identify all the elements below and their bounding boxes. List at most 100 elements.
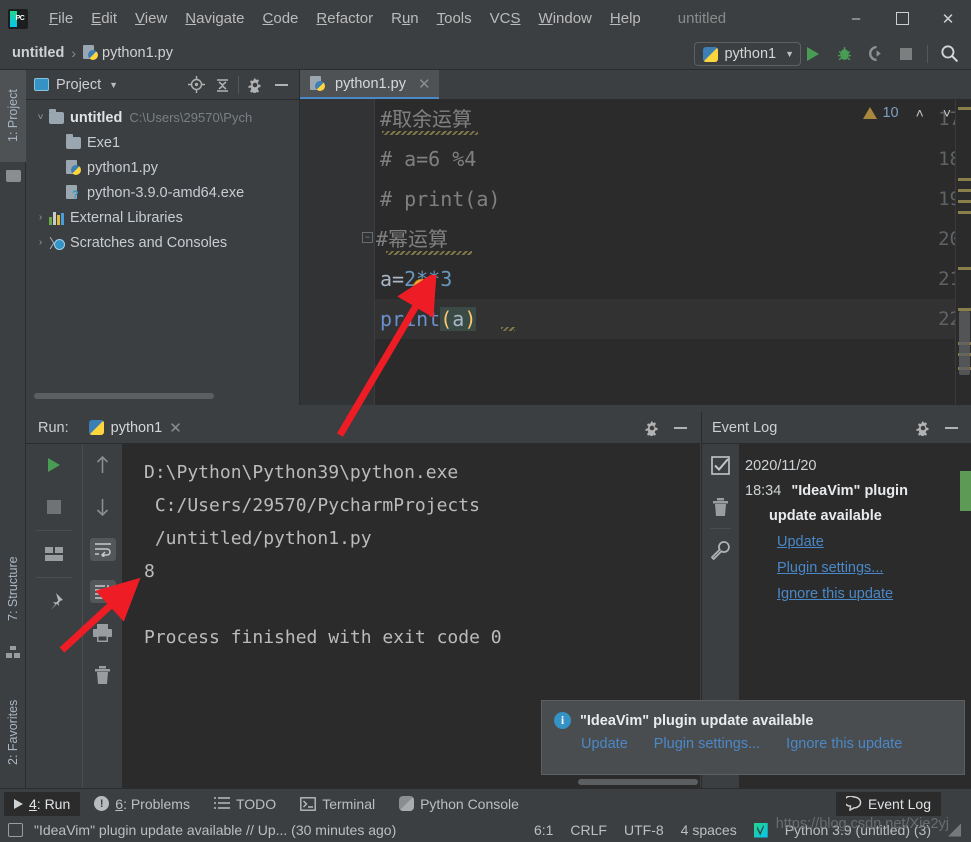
- menu-help[interactable]: Help: [601, 6, 650, 31]
- breadcrumb-file-label: python1.py: [102, 45, 173, 61]
- toolbar-divider: [927, 44, 928, 63]
- close-icon[interactable]: ✕: [169, 419, 182, 437]
- stop-button[interactable]: [892, 41, 920, 67]
- search-icon[interactable]: [935, 41, 963, 67]
- settings-wrench-icon[interactable]: [702, 529, 739, 571]
- git-branch-icon[interactable]: [753, 822, 768, 838]
- editor-text-area[interactable]: 17 18 19 20 21 22 #取余运算 # a=6 %4 # print…: [300, 99, 971, 405]
- run-button[interactable]: [799, 41, 827, 67]
- menu-code[interactable]: Code: [254, 6, 308, 31]
- minimize-button[interactable]: –: [833, 0, 879, 37]
- menu-file[interactable]: File: [40, 6, 82, 31]
- sidebar-item-project[interactable]: 1: Project: [0, 70, 26, 162]
- tree-item-python1-py[interactable]: python1.py: [26, 155, 299, 180]
- trash-icon[interactable]: [702, 486, 739, 528]
- intention-bulb-icon[interactable]: [413, 279, 430, 300]
- caret-position[interactable]: 6:1: [534, 822, 553, 838]
- resize-grip-icon[interactable]: [948, 823, 961, 837]
- event-log-link-ignore[interactable]: Ignore this update: [777, 581, 971, 607]
- menu-run[interactable]: Run: [382, 6, 428, 31]
- chevron-right-icon[interactable]: ›: [32, 237, 49, 248]
- bottom-item-terminal[interactable]: Terminal: [290, 792, 385, 816]
- hide-icon[interactable]: [939, 416, 963, 440]
- previous-problem-icon[interactable]: ˄: [916, 105, 924, 121]
- menu-edit[interactable]: Edit: [82, 6, 126, 31]
- line-separator[interactable]: CRLF: [570, 822, 607, 838]
- menu-view[interactable]: View: [126, 6, 176, 31]
- squiggly-underline: [386, 251, 472, 255]
- tree-item-external-libraries[interactable]: › External Libraries: [26, 205, 299, 230]
- maximize-button[interactable]: [879, 0, 925, 37]
- structure-icon[interactable]: [0, 638, 26, 666]
- editor-vertical-scrollbar[interactable]: [959, 311, 970, 375]
- mark-all-read-icon[interactable]: [702, 444, 739, 486]
- close-icon[interactable]: ✕: [418, 75, 431, 93]
- tab-python1-py[interactable]: python1.py ✕: [300, 70, 439, 99]
- trash-icon[interactable]: [83, 654, 122, 696]
- next-problem-icon[interactable]: ˅: [943, 105, 951, 121]
- layout-settings-button[interactable]: [26, 533, 82, 575]
- collapse-all-icon[interactable]: [210, 73, 234, 97]
- breadcrumb-project[interactable]: untitled: [12, 45, 64, 61]
- bottom-item-problems[interactable]: ! 6: Problems: [84, 792, 200, 816]
- tree-item-scratches[interactable]: › Scratches and Consoles: [26, 230, 299, 255]
- coverage-button[interactable]: [861, 41, 889, 67]
- chevron-down-icon[interactable]: ▼: [109, 80, 118, 90]
- debug-button[interactable]: [830, 41, 858, 67]
- hide-icon[interactable]: [269, 73, 293, 97]
- inspection-widget[interactable]: 10 ˄ ˅: [863, 105, 951, 121]
- sidebar-item-structure[interactable]: 7: Structure: [0, 540, 26, 638]
- bottom-item-run[interactable]: 4: Run: [4, 791, 81, 816]
- menu-vcs[interactable]: VCS: [481, 6, 530, 31]
- pycharm-logo-icon: PC: [8, 8, 28, 29]
- toggle-layout-icon[interactable]: [8, 823, 23, 837]
- close-button[interactable]: ✕: [925, 0, 971, 37]
- run-tab-python1[interactable]: python1 ✕: [88, 419, 182, 437]
- event-log-link-plugin-settings[interactable]: Plugin settings...: [777, 555, 971, 581]
- balloon-link-ignore[interactable]: Ignore this update: [786, 736, 902, 752]
- gear-icon[interactable]: [640, 416, 664, 440]
- down-arrow-icon[interactable]: [83, 486, 122, 528]
- bottom-item-todo[interactable]: TODO: [204, 792, 286, 816]
- bottom-item-python-console[interactable]: Python Console: [389, 792, 529, 816]
- project-files-icon[interactable]: [0, 162, 26, 190]
- soft-wrap-button[interactable]: [83, 528, 122, 570]
- sidebar-item-favorites[interactable]: 2: Favorites: [0, 680, 26, 784]
- up-arrow-icon[interactable]: [83, 444, 122, 486]
- event-log-link-update[interactable]: Update: [777, 529, 971, 555]
- project-horizontal-scrollbar[interactable]: [34, 393, 214, 399]
- run-tab-label: python1: [110, 419, 163, 436]
- locate-icon[interactable]: [184, 73, 208, 97]
- fold-collapse-icon[interactable]: −: [362, 232, 373, 243]
- file-encoding[interactable]: UTF-8: [624, 822, 664, 838]
- balloon-link-plugin-settings[interactable]: Plugin settings...: [654, 736, 760, 752]
- bottom-item-event-log[interactable]: Event Log: [835, 791, 941, 816]
- gear-icon[interactable]: [911, 416, 935, 440]
- chevron-down-icon[interactable]: ˅: [32, 112, 49, 123]
- tree-item-python-exe[interactable]: ? python-3.9.0-amd64.exe: [26, 180, 299, 205]
- python-file-icon: [83, 45, 99, 61]
- stop-process-button[interactable]: [26, 486, 82, 528]
- tree-item-label: Scratches and Consoles: [70, 234, 228, 251]
- editor-marker-track[interactable]: [955, 99, 971, 405]
- gear-icon[interactable]: [243, 73, 267, 97]
- print-icon[interactable]: [83, 612, 122, 654]
- tree-item-label: untitled: [70, 109, 123, 126]
- console-horizontal-scrollbar[interactable]: [578, 779, 698, 785]
- tree-item-exe1[interactable]: Exe1: [26, 130, 299, 155]
- status-message[interactable]: "IdeaVim" plugin update available // Up.…: [34, 822, 396, 838]
- run-configuration-selector[interactable]: python1 ▼: [694, 42, 801, 66]
- indent-setting[interactable]: 4 spaces: [681, 822, 737, 838]
- balloon-link-update[interactable]: Update: [581, 736, 628, 752]
- rerun-button[interactable]: [26, 444, 82, 486]
- breadcrumb-file[interactable]: python1.py: [83, 45, 173, 61]
- menu-window[interactable]: Window: [530, 6, 601, 31]
- menu-refactor[interactable]: Refactor: [307, 6, 382, 31]
- menu-tools[interactable]: Tools: [428, 6, 481, 31]
- chevron-right-icon[interactable]: ›: [32, 212, 49, 223]
- pin-tab-button[interactable]: [26, 580, 82, 622]
- scroll-to-end-button[interactable]: [83, 570, 122, 612]
- hide-icon[interactable]: [668, 416, 692, 440]
- menu-navigate[interactable]: Navigate: [176, 6, 253, 31]
- tree-item-untitled[interactable]: ˅ untitled C:\Users\29570\Pych: [26, 105, 299, 130]
